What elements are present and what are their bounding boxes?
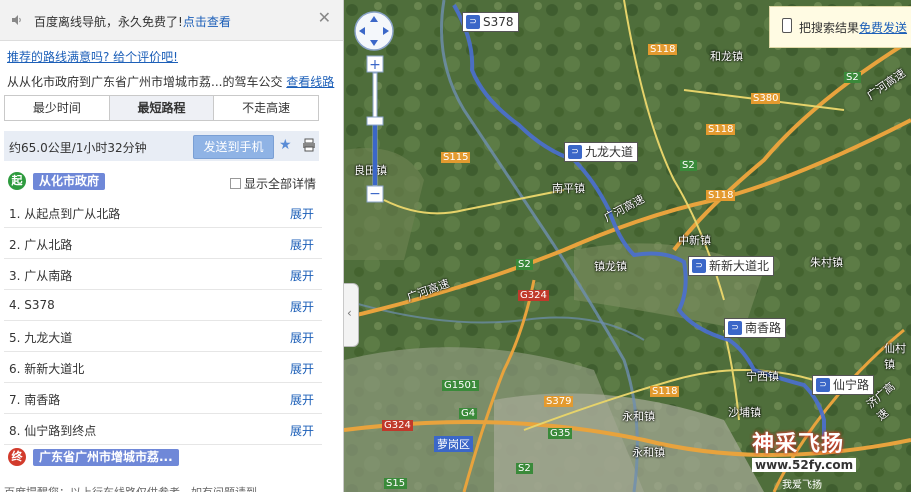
offline-nav-notice: 百度离线导航，永久免费了!点击查看 ✕ (0, 0, 343, 41)
list-item: 7. 南香路 展开 (4, 383, 322, 414)
tab-no-highway[interactable]: 不走高速 (214, 96, 318, 120)
expand-link[interactable]: 展开 (290, 267, 314, 284)
place-label: 中新镇 (678, 234, 711, 247)
expand-link[interactable]: 展开 (290, 360, 314, 377)
route-option-tabs: 最少时间 最短路程 不走高速 (4, 95, 319, 121)
route-marker[interactable]: ⊃ 新新大道北 (688, 256, 775, 276)
watermark-url: www.52fy.com (752, 458, 857, 472)
speaker-icon (12, 15, 21, 25)
close-icon[interactable]: ✕ (318, 10, 331, 26)
road-label: S118 (706, 190, 736, 201)
map-view[interactable]: ⊃ S378 ⊃ 九龙大道 ⊃ 新新大道北 ⊃ 南香路 ⊃ 仙宁路 S118 S… (344, 0, 911, 492)
place-label: 和龙镇 (710, 50, 743, 63)
route-marker[interactable]: ⊃ 九龙大道 (564, 142, 639, 162)
show-all-details[interactable]: 显示全部详情 (229, 175, 316, 192)
print-icon[interactable] (302, 138, 316, 152)
start-point: 起 从化市政府 显示全部详情 (4, 170, 322, 194)
show-all-checkbox[interactable] (229, 178, 241, 189)
expand-link[interactable]: 展开 (290, 298, 314, 315)
place-label: 朱村镇 (810, 256, 843, 269)
list-item: 6. 新新大道北 展开 (4, 352, 322, 383)
pan-control[interactable] (353, 10, 395, 52)
expand-link[interactable]: 展开 (290, 236, 314, 253)
star-icon[interactable]: ★ (279, 137, 292, 153)
route-marker-icon: ⊃ (816, 378, 830, 392)
expand-link[interactable]: 展开 (290, 422, 314, 439)
start-badge: 起 (8, 172, 26, 190)
road-label: S2 (516, 463, 533, 474)
route-marker-icon: ⊃ (692, 259, 706, 273)
road-label: S380 (751, 93, 781, 104)
list-item: 8. 仙宁路到终点 展开 (4, 414, 322, 445)
road-label: S2 (844, 72, 861, 83)
start-place[interactable]: 从化市政府 (33, 173, 106, 190)
road-label: S2 (516, 259, 533, 270)
watermark-title: 神采飞扬 (752, 432, 845, 457)
collapse-panel-button[interactable]: ‹ (344, 283, 359, 347)
place-label: 永和镇 (622, 410, 655, 423)
road-label: S118 (706, 124, 736, 135)
road-label: G1501 (442, 380, 480, 391)
expand-link[interactable]: 展开 (290, 391, 314, 408)
place-label: 萝岗区 (434, 436, 473, 452)
list-item: 2. 广从北路 展开 (4, 228, 322, 259)
phone-icon (782, 18, 792, 33)
route-marker-icon: ⊃ (568, 145, 582, 159)
tab-shortest-distance[interactable]: 最短路程 (109, 96, 215, 120)
send-to-phone-button[interactable]: 发送到手机 (193, 135, 274, 159)
route-steps: 1. 从起点到广从北路 展开 2. 广从北路 展开 3. 广从南路 展开 4. S37… (4, 197, 322, 445)
road-label: G4 (459, 408, 478, 419)
view-route-link[interactable]: 查看线路 (286, 75, 334, 89)
place-label: 镇龙镇 (594, 260, 627, 273)
list-item: 1. 从起点到广从北路 展开 (4, 197, 322, 228)
list-item: 4. S378 展开 (4, 290, 322, 321)
route-marker[interactable]: ⊃ S378 (462, 12, 519, 32)
place-label: 沙埔镇 (728, 406, 761, 419)
place-label: 南平镇 (552, 182, 585, 195)
tab-least-time[interactable]: 最少时间 (5, 96, 110, 120)
end-point: 终 广东省广州市增城市荔... (4, 446, 322, 472)
svg-text:−: − (369, 186, 381, 202)
route-summary: 约65.0公里/1小时32分钟 发送到手机 ★ (4, 131, 319, 161)
list-item: 3. 广从南路 展开 (4, 259, 322, 290)
route-marker[interactable]: ⊃ 南香路 (724, 318, 787, 338)
route-marker-icon: ⊃ (466, 15, 480, 29)
place-label: 永和镇 (632, 446, 665, 459)
end-badge: 终 (8, 448, 26, 466)
notice-link[interactable]: 点击查看 (183, 15, 231, 29)
expand-link[interactable]: 展开 (290, 329, 314, 346)
road-label: S2 (680, 160, 697, 171)
place-label: 宁西镇 (746, 370, 779, 383)
route-description: 从从化市政府到广东省广州市增城市荔...的驾车公交 查看线路 (7, 75, 335, 89)
chevron-left-icon: ‹ (347, 306, 352, 320)
svg-text:+: + (369, 57, 381, 73)
watermark-sub: 我爱飞扬 (782, 480, 822, 491)
watermark: 神采飞扬 www.52fy.com 我爱飞扬 (752, 426, 872, 491)
route-marker-icon: ⊃ (728, 321, 742, 335)
zoom-control[interactable]: + − (366, 55, 384, 203)
list-item: 5. 九龙大道 展开 (4, 321, 322, 352)
route-panel: 百度离线导航，永久免费了!点击查看 ✕ 推荐的路线满意吗? 给个评价吧! 从从化… (0, 0, 344, 492)
road-label: S118 (648, 44, 678, 55)
road-label: S15 (384, 478, 408, 489)
rate-route-link[interactable]: 推荐的路线满意吗? 给个评价吧! (7, 48, 178, 65)
expand-link[interactable]: 展开 (290, 205, 314, 222)
road-label: G324 (382, 420, 413, 431)
route-marker[interactable]: ⊃ 仙宁路 (812, 375, 875, 395)
disclaimer-text: 百度提醒您：以上行车线路仅供参考，如有问题请到... (4, 484, 268, 492)
free-send-link[interactable]: 免费发送 (859, 21, 907, 35)
distance-time: 约65.0公里/1小时32分钟 (9, 141, 147, 155)
end-place[interactable]: 广东省广州市增城市荔... (33, 449, 179, 466)
road-label: G324 (518, 290, 549, 301)
road-label: S115 (441, 152, 471, 163)
send-results-tip: 把搜索结果免费发送 (769, 6, 911, 48)
road-label: S379 (544, 396, 574, 407)
road-label: S118 (650, 386, 680, 397)
road-label: G35 (548, 428, 573, 439)
place-label: 仙村镇 (884, 342, 906, 371)
notice-text: 百度离线导航，永久免费了!点击查看 (34, 15, 231, 29)
